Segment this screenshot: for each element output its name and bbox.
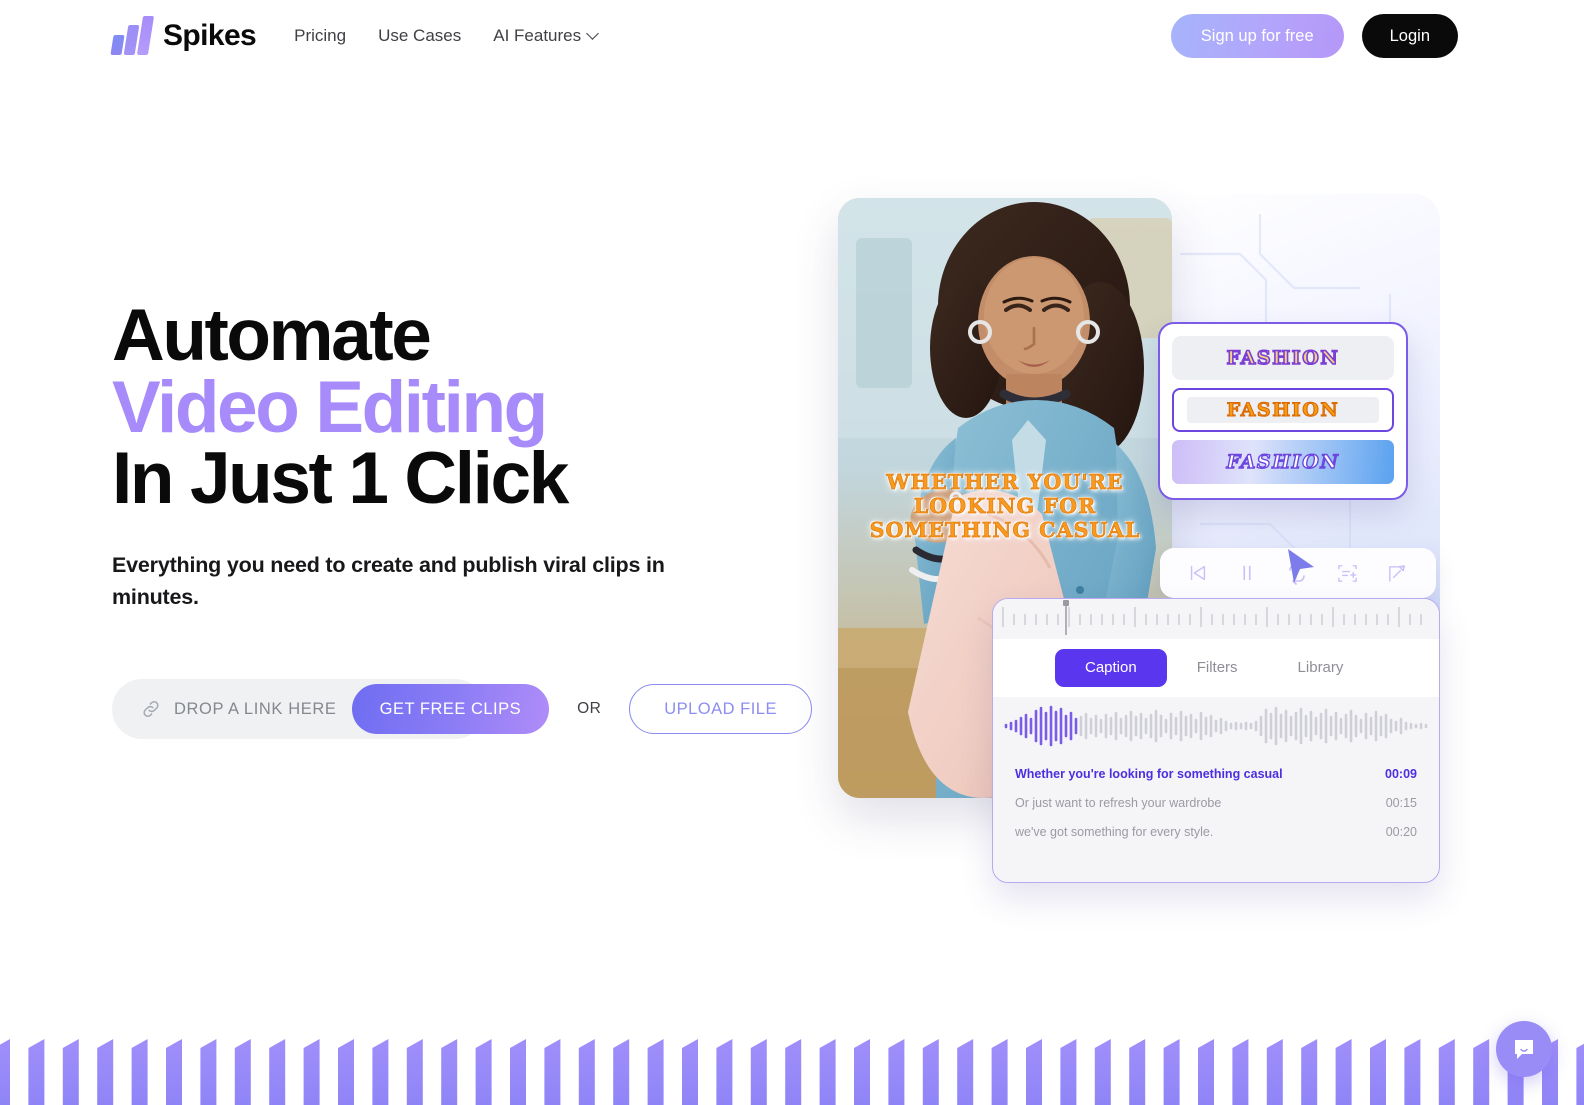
caption-style-picker: FASHION FASHION FASHION: [1158, 322, 1408, 500]
nav-label: Pricing: [294, 26, 347, 45]
caption-style-option-3[interactable]: FASHION: [1172, 440, 1394, 484]
timeline-ruler[interactable]: [993, 599, 1439, 639]
transcript-text: Whether you're looking for something cas…: [1015, 766, 1283, 781]
sign-up-button[interactable]: Sign up for free: [1170, 14, 1344, 58]
add-caption-icon[interactable]: [1336, 562, 1359, 585]
skip-back-icon[interactable]: [1187, 562, 1209, 584]
caption-style-option-2-selected[interactable]: FASHION: [1172, 388, 1394, 432]
landing-page: Spikes Pricing Use Cases AI Features Sig…: [0, 0, 1584, 1105]
cta-row: GET FREE CLIPS OR UPLOAD FILE: [112, 679, 812, 740]
chat-bubble-smile-icon: [1515, 1040, 1533, 1059]
hero-subtitle: Everything you need to create and publis…: [112, 552, 665, 609]
caption-style-label: FASHION: [1187, 397, 1379, 423]
title-line-3: In Just 1 Click: [112, 438, 569, 520]
brand-logo[interactable]: Spikes: [110, 16, 257, 55]
transcript-row[interactable]: we've got something for every style. 00:…: [1015, 817, 1417, 846]
transcript-row[interactable]: Whether you're looking for something cas…: [1015, 759, 1417, 788]
login-button[interactable]: Login: [1361, 14, 1458, 58]
chat-widget-button[interactable]: [1496, 1021, 1552, 1077]
timeline-playhead[interactable]: [1063, 600, 1069, 635]
caption-style-label: FASHION: [1226, 346, 1340, 370]
caption-style-option-1[interactable]: FASHION: [1172, 336, 1394, 380]
transcript-time: 00:09: [1385, 766, 1417, 781]
nav-item-use-cases[interactable]: Use Cases: [378, 26, 461, 46]
spikes-bars-logo: [110, 16, 155, 55]
main-nav: Pricing Use Cases AI Features: [294, 26, 599, 46]
expand-icon[interactable]: [1386, 562, 1409, 585]
audio-waveform[interactable]: [993, 697, 1439, 755]
site-header: Spikes Pricing Use Cases AI Features Sig…: [0, 0, 1584, 72]
transcript-list: Whether you're looking for something cas…: [993, 755, 1439, 846]
editor-tabs: Caption Filters Library: [993, 639, 1439, 697]
transcript-time: 00:20: [1385, 824, 1417, 839]
caption-editor-panel: Caption Filters Library Whether you're l…: [992, 598, 1440, 883]
nav-item-pricing[interactable]: Pricing: [294, 26, 346, 46]
nav-label: Use Cases: [378, 26, 462, 45]
title-line-2: Video Editing: [112, 366, 548, 448]
link-input-pill[interactable]: GET FREE CLIPS: [112, 679, 550, 740]
chevron-down-icon: [588, 29, 599, 40]
bar-strip: [0, 1039, 1584, 1105]
title-line-1: Automate: [112, 295, 432, 376]
pause-icon[interactable]: [1236, 562, 1258, 584]
tab-filters[interactable]: Filters: [1167, 649, 1268, 687]
hero-copy: Automate Video Editing In Just 1 Click E…: [112, 295, 812, 740]
tab-library[interactable]: Library: [1268, 649, 1374, 687]
video-caption-overlay: WHETHER YOU'RE LOOKING FOR SOMETHING CAS…: [869, 470, 1141, 543]
header-actions: Sign up for free Login: [1170, 14, 1458, 58]
link-chain-icon: [143, 701, 159, 718]
caption-style-label: FASHION: [1226, 450, 1340, 473]
mouse-cursor-icon: [1288, 549, 1314, 583]
or-separator: OR: [577, 700, 602, 718]
get-free-clips-button[interactable]: GET FREE CLIPS: [351, 684, 550, 735]
bottom-bar-decoration: [0, 1039, 1584, 1105]
transcript-text: we've got something for every style.: [1015, 824, 1214, 839]
transcript-time: 00:15: [1385, 795, 1417, 810]
brand-name: Spikes: [163, 19, 257, 52]
product-mockup: WHETHER YOU'RE LOOKING FOR SOMETHING CAS…: [830, 180, 1470, 910]
nav-label: AI Features: [493, 26, 582, 45]
tab-caption[interactable]: Caption: [1055, 649, 1167, 687]
transcript-row[interactable]: Or just want to refresh your wardrobe 00…: [1015, 788, 1417, 817]
waveform-bars: [1004, 705, 1428, 747]
page-title: Automate Video Editing In Just 1 Click: [112, 295, 812, 520]
nav-item-ai-features[interactable]: AI Features: [493, 26, 599, 46]
transcript-text: Or just want to refresh your wardrobe: [1015, 795, 1222, 810]
upload-file-button[interactable]: UPLOAD FILE: [629, 684, 812, 735]
